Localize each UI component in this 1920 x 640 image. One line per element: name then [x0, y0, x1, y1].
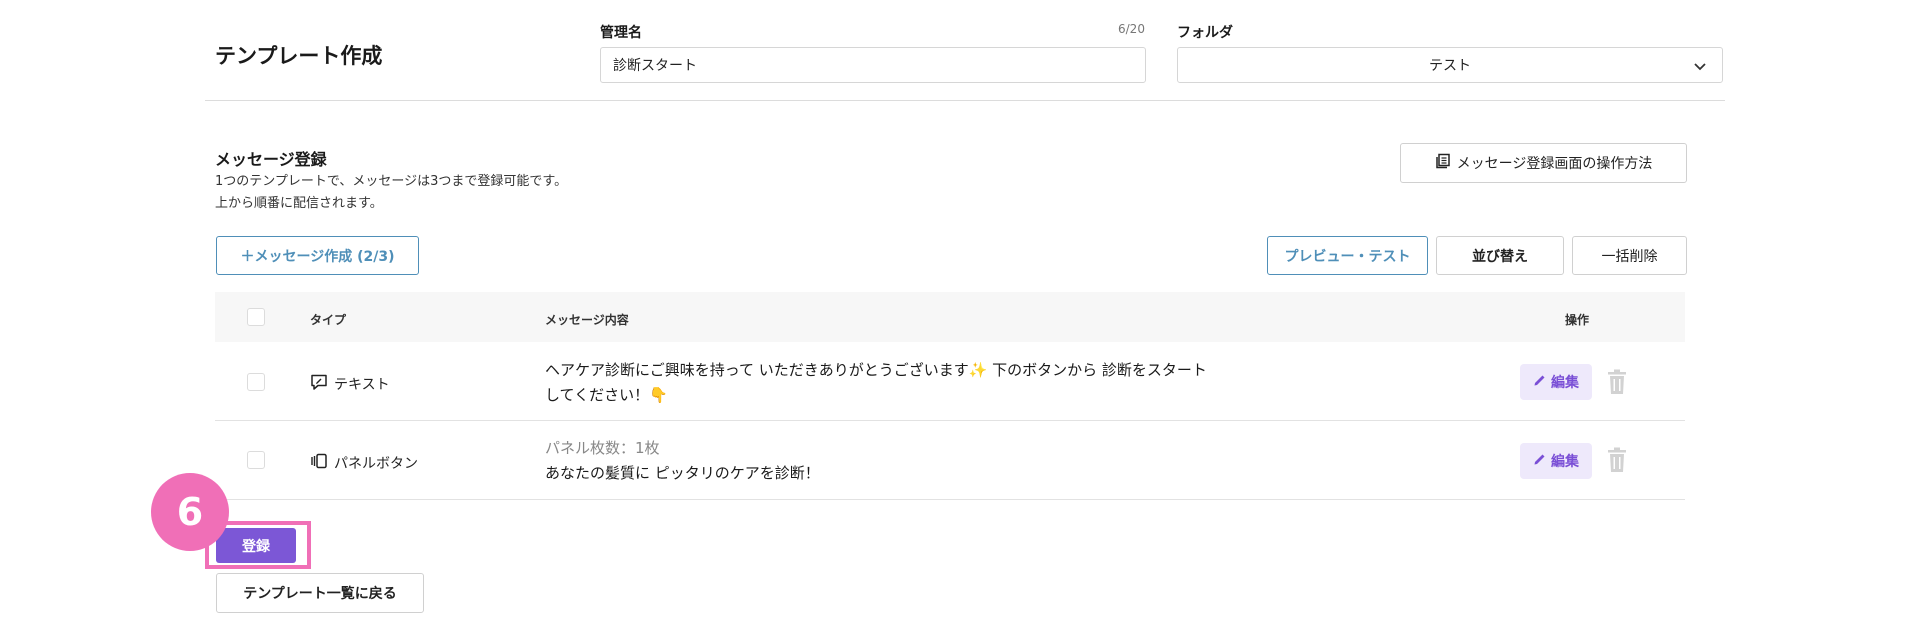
- submit-button[interactable]: 登録: [216, 528, 296, 563]
- header-content: メッセージ内容: [545, 313, 629, 327]
- bulk-delete-button[interactable]: 一括削除: [1572, 236, 1687, 275]
- preview-test-button[interactable]: プレビュー・テスト: [1267, 236, 1428, 275]
- header-type: タイプ: [310, 313, 347, 327]
- row-message-line1: あなたの髪質に ピッタリのケアを診断！: [545, 464, 820, 482]
- header-actions: 操作: [1565, 313, 1590, 327]
- table-header: [215, 292, 1685, 342]
- row-checkbox[interactable]: [247, 451, 265, 469]
- row-panel-count: パネル枚数：1枚: [545, 439, 660, 457]
- back-to-list-button[interactable]: テンプレート一覧に戻る: [216, 573, 424, 613]
- howto-button[interactable]: メッセージ登録画面の操作方法: [1400, 143, 1687, 183]
- row-type-label: パネルボタン: [334, 456, 418, 472]
- select-all-checkbox[interactable]: [247, 308, 265, 326]
- row-divider: [215, 499, 1685, 500]
- section-title: メッセージ登録: [215, 150, 327, 169]
- name-char-counter: 6/20: [1118, 22, 1145, 36]
- row-checkbox[interactable]: [247, 373, 265, 391]
- name-label: 管理名: [600, 25, 642, 41]
- header-divider: [205, 100, 1725, 101]
- edit-button[interactable]: 編集: [1520, 364, 1592, 400]
- create-message-button[interactable]: ＋メッセージ作成 (2/3): [216, 236, 419, 275]
- trash-icon[interactable]: [1606, 369, 1628, 395]
- row-message-line2: してください！👇: [545, 386, 668, 404]
- section-description-line1: 1つのテンプレートで、メッセージは3つまで登録可能です。: [215, 174, 568, 189]
- howto-button-label: メッセージ登録画面の操作方法: [1456, 156, 1653, 172]
- row-type: パネルボタン: [310, 452, 418, 474]
- page-title: テンプレート作成: [215, 44, 383, 68]
- row-divider: [215, 420, 1685, 421]
- folder-select-value: テスト: [1429, 58, 1471, 74]
- name-input[interactable]: 診断スタート: [600, 47, 1146, 83]
- trash-icon[interactable]: [1606, 447, 1628, 473]
- section-description-line2: 上から順番に配信されます。: [215, 196, 383, 211]
- chevron-down-icon: [1692, 58, 1708, 78]
- edit-button-label: 編集: [1551, 375, 1579, 391]
- row-type: テキスト: [310, 373, 390, 395]
- row-message-content: パネル枚数：1枚 あなたの髪質に ピッタリのケアを診断！: [545, 436, 1275, 486]
- pencil-icon: [1533, 373, 1547, 391]
- panel-carousel-icon: [310, 452, 328, 474]
- pencil-icon: [1533, 452, 1547, 470]
- name-input-value: 診断スタート: [613, 58, 697, 74]
- row-message-line1: ヘアケア診断にご興味を持って いただきありがとうございます✨ 下のボタンから 診…: [545, 361, 1207, 379]
- step-badge: 6: [151, 473, 229, 551]
- row-type-label: テキスト: [334, 377, 390, 393]
- folder-label: フォルダ: [1177, 25, 1233, 41]
- edit-button[interactable]: 編集: [1520, 443, 1592, 479]
- manual-book-icon: [1435, 153, 1451, 173]
- folder-select[interactable]: テスト: [1177, 47, 1723, 83]
- edit-button-label: 編集: [1551, 454, 1579, 470]
- row-message-content: ヘアケア診断にご興味を持って いただきありがとうございます✨ 下のボタンから 診…: [545, 358, 1275, 408]
- text-message-icon: [310, 373, 328, 395]
- sort-button[interactable]: 並び替え: [1436, 236, 1564, 275]
